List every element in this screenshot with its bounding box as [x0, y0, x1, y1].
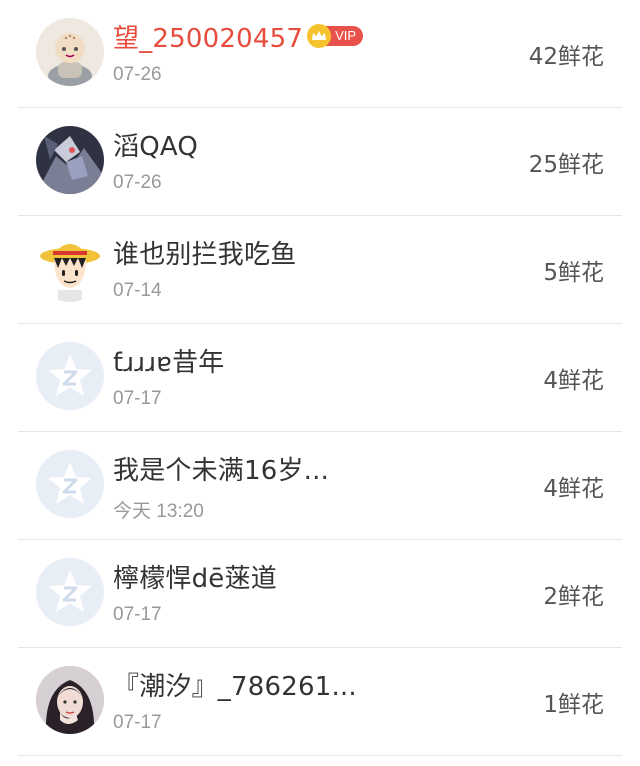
default-qq-avatar[interactable]: [36, 342, 104, 410]
user-name[interactable]: 望_250020457: [113, 18, 303, 55]
flower-count: 1鲜花: [543, 692, 604, 718]
list-item[interactable]: 望_250020457 VIP 07-26 42鲜花: [0, 0, 640, 108]
user-name[interactable]: ƭɹɹɹɐ昔年: [113, 342, 225, 379]
list-item[interactable]: 滔QAQ 07-26 25鲜花: [0, 108, 640, 216]
name-line: ƭɹɹɹɐ昔年: [113, 342, 225, 378]
name-line: 滔QAQ: [113, 126, 198, 162]
girl-photo-avatar[interactable]: [36, 666, 104, 734]
list-item[interactable]: 我是个未满16岁... 今天 13:20 4鲜花: [0, 432, 640, 540]
flower-count: 42鲜花: [528, 44, 604, 70]
flower-count: 25鲜花: [528, 152, 604, 178]
default-qq-avatar[interactable]: [36, 558, 104, 626]
date-label: 07-17: [113, 388, 162, 409]
date-label: 07-17: [113, 712, 162, 733]
crown-icon: [307, 24, 332, 48]
user-name[interactable]: 『潮汐』_786261...: [113, 666, 357, 703]
date-label: 07-17: [113, 604, 162, 625]
user-name[interactable]: 滔QAQ: [113, 126, 198, 163]
straw-hat-avatar[interactable]: [36, 234, 104, 302]
date-label: 07-26: [113, 172, 162, 193]
user-name[interactable]: 谁也别拦我吃鱼: [113, 234, 296, 271]
name-line: 『潮汐』_786261...: [113, 666, 357, 702]
name-line: 谁也别拦我吃鱼: [113, 234, 296, 270]
name-line: 望_250020457 VIP: [113, 18, 364, 55]
mecha-avatar[interactable]: [36, 126, 104, 194]
flower-ranking-list: 望_250020457 VIP 07-26 42鲜花 滔QAQ 07-26 25…: [0, 0, 640, 756]
date-label: 07-14: [113, 280, 162, 301]
list-item[interactable]: ƭɹɹɹɐ昔年 07-17 4鲜花: [0, 324, 640, 432]
monk-avatar[interactable]: [36, 18, 104, 86]
flower-count: 2鲜花: [543, 584, 604, 610]
list-item[interactable]: 檸檬悍dē蒾道 07-17 2鲜花: [0, 540, 640, 648]
list-item[interactable]: 谁也别拦我吃鱼 07-14 5鲜花: [0, 216, 640, 324]
flower-count: 5鲜花: [543, 260, 604, 286]
flower-count: 4鲜花: [543, 368, 604, 394]
name-line: 我是个未满16岁...: [113, 450, 329, 486]
name-line: 檸檬悍dē蒾道: [113, 558, 277, 594]
user-name[interactable]: 我是个未满16岁...: [113, 450, 329, 487]
date-label: 07-26: [113, 64, 162, 85]
vip-badge: VIP: [307, 24, 364, 48]
user-name[interactable]: 檸檬悍dē蒾道: [113, 558, 277, 595]
flower-count: 4鲜花: [543, 476, 604, 502]
list-item[interactable]: 『潮汐』_786261... 07-17 1鲜花: [0, 648, 640, 756]
date-label: 今天 13:20: [113, 501, 204, 522]
default-qq-avatar[interactable]: [36, 450, 104, 518]
